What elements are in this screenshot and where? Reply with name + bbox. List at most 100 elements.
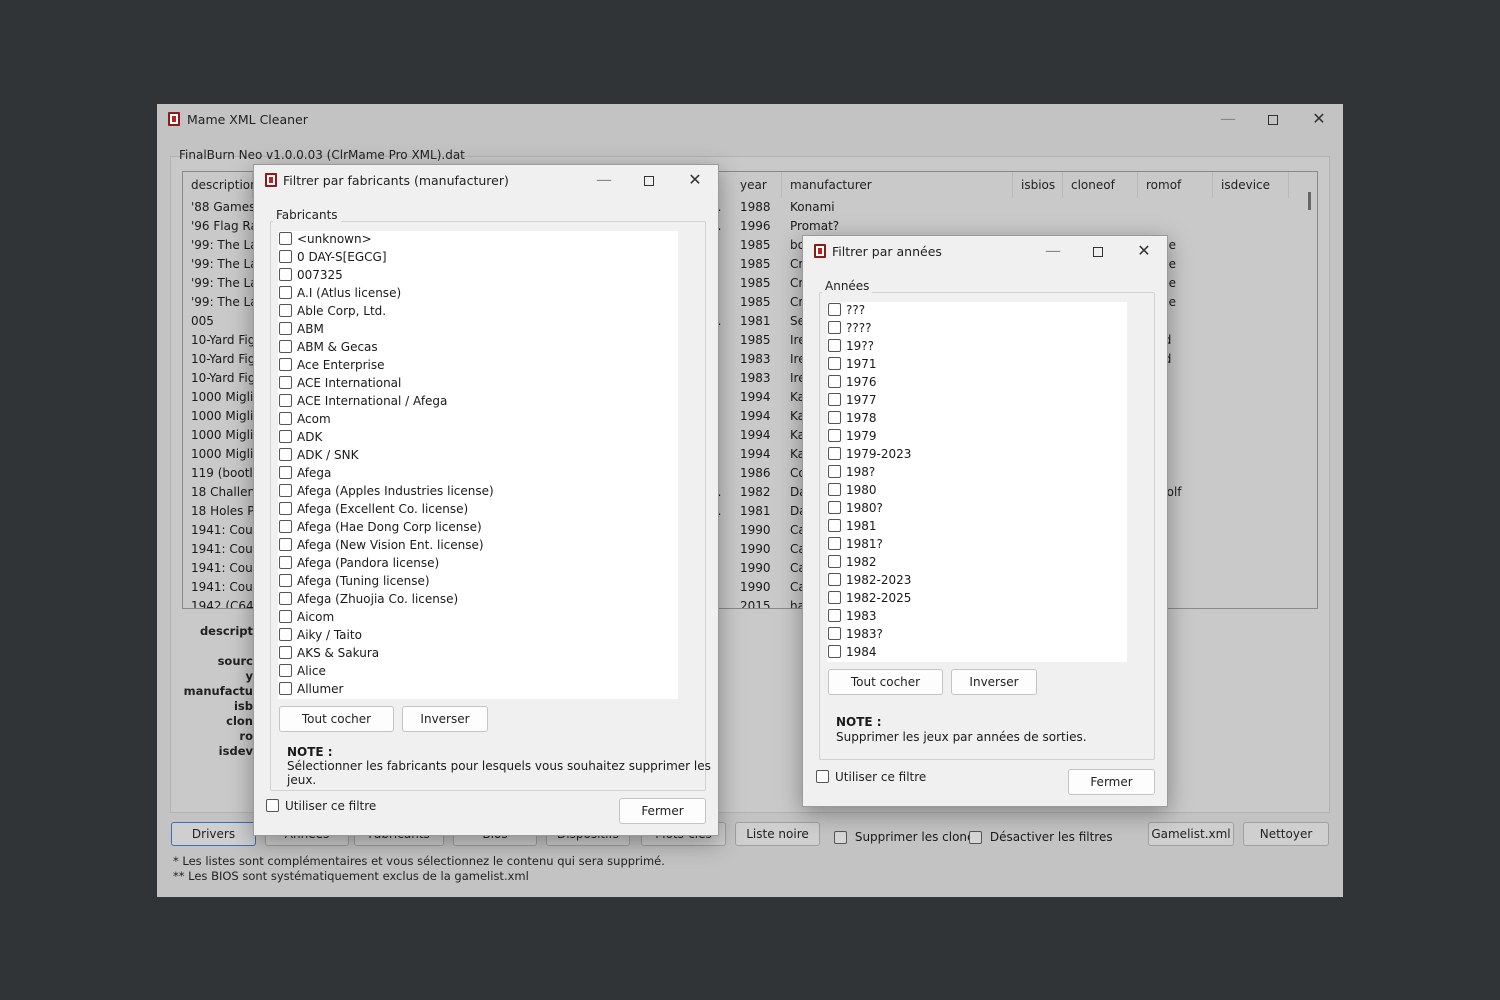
list-item[interactable]: ????: [827, 319, 871, 337]
list-item[interactable]: ABM: [278, 320, 324, 338]
list-item[interactable]: 1982-2025: [827, 589, 911, 607]
list-item[interactable]: 1979-2023: [827, 445, 911, 463]
list-item[interactable]: ABM & Gecas: [278, 338, 378, 356]
gamelist-button[interactable]: Gamelist.xml: [1148, 822, 1234, 846]
list-item[interactable]: AKS & Sakura: [278, 644, 379, 662]
year-use-filter-checkbox[interactable]: [816, 770, 829, 783]
item-checkbox[interactable]: [279, 466, 292, 479]
list-item[interactable]: Alice: [278, 662, 326, 680]
minimize-icon[interactable]: —: [581, 165, 627, 197]
list-item[interactable]: Afega (Pandora license): [278, 554, 439, 572]
year-check-all-button[interactable]: Tout cocher: [828, 669, 943, 695]
col-header-cloneof[interactable]: cloneof: [1063, 172, 1138, 198]
item-checkbox[interactable]: [279, 322, 292, 335]
item-checkbox[interactable]: [279, 628, 292, 641]
item-checkbox[interactable]: [279, 268, 292, 281]
item-checkbox[interactable]: [279, 502, 292, 515]
year-dialog-titlebar[interactable]: Filtrer par années — ✕: [803, 236, 1167, 268]
year-use-filter[interactable]: Utiliser ce filtre: [816, 770, 926, 784]
liste-noire-button[interactable]: Liste noire: [735, 822, 820, 846]
year-close-button[interactable]: Fermer: [1068, 769, 1155, 795]
item-checkbox[interactable]: [828, 519, 841, 532]
list-item[interactable]: Aiky / Taito: [278, 626, 362, 644]
manufacturer-list[interactable]: <unknown> 0 DAY-S[EGCG] 007325 A.I (Atlus l…: [278, 231, 678, 699]
list-item[interactable]: 1976: [827, 373, 877, 391]
maximize-icon[interactable]: [1250, 104, 1296, 136]
list-item[interactable]: A.I (Atlus license): [278, 284, 401, 302]
item-checkbox[interactable]: [279, 556, 292, 569]
list-item[interactable]: 1978: [827, 409, 877, 427]
list-item[interactable]: Afega (Excellent Co. license): [278, 500, 468, 518]
list-item[interactable]: Afega (Hae Dong Corp license): [278, 518, 482, 536]
list-item[interactable]: ADK / SNK: [278, 446, 358, 464]
close-icon[interactable]: ✕: [1296, 104, 1342, 136]
year-invert-button[interactable]: Inverser: [951, 669, 1037, 695]
list-item[interactable]: Afega (Zhuojia Co. license): [278, 590, 458, 608]
list-item[interactable]: ACE International / Afega: [278, 392, 447, 410]
item-checkbox[interactable]: [279, 250, 292, 263]
maximize-icon[interactable]: [626, 165, 672, 197]
item-checkbox[interactable]: [828, 447, 841, 460]
list-item[interactable]: ADK: [278, 428, 322, 446]
list-item[interactable]: Allumer: [278, 680, 344, 698]
close-icon[interactable]: ✕: [1121, 236, 1167, 268]
item-checkbox[interactable]: [279, 394, 292, 407]
list-item[interactable]: Ace Enterprise: [278, 356, 385, 374]
list-item[interactable]: Able Corp, Ltd.: [278, 302, 386, 320]
item-checkbox[interactable]: [279, 592, 292, 605]
list-item[interactable]: 1982: [827, 553, 877, 571]
item-checkbox[interactable]: [279, 682, 292, 695]
manufacturer-dialog-titlebar[interactable]: Filtrer par fabricants (manufacturer) — …: [254, 165, 718, 197]
list-item[interactable]: Afega (Apples Industries license): [278, 482, 494, 500]
item-checkbox[interactable]: [828, 501, 841, 514]
minimize-icon[interactable]: —: [1030, 236, 1076, 268]
year-list[interactable]: ??????? 19?? 1971 1976 1977 1978 1979 1979-2023…: [827, 302, 1127, 662]
list-item[interactable]: ???: [827, 302, 865, 319]
manufacturer-check-all-button[interactable]: Tout cocher: [279, 706, 394, 732]
list-item[interactable]: 1983?: [827, 625, 883, 643]
item-checkbox[interactable]: [828, 321, 841, 334]
item-checkbox[interactable]: [828, 465, 841, 478]
manufacturer-close-button[interactable]: Fermer: [619, 798, 706, 824]
list-item[interactable]: 1971: [827, 355, 877, 373]
list-item[interactable]: ACE International: [278, 374, 401, 392]
item-checkbox[interactable]: [828, 375, 841, 388]
col-header-isbios[interactable]: isbios: [1013, 172, 1063, 198]
item-checkbox[interactable]: [279, 430, 292, 443]
item-checkbox[interactable]: [828, 393, 841, 406]
minimize-icon[interactable]: —: [1205, 104, 1251, 136]
list-item[interactable]: 1984: [827, 643, 877, 661]
list-item[interactable]: 1980?: [827, 499, 883, 517]
close-icon[interactable]: ✕: [672, 165, 718, 197]
col-header-isdevice[interactable]: isdevice: [1213, 172, 1289, 198]
list-item[interactable]: 0 DAY-S[EGCG]: [278, 248, 387, 266]
item-checkbox[interactable]: [279, 376, 292, 389]
item-checkbox[interactable]: [828, 429, 841, 442]
list-item[interactable]: 1977: [827, 391, 877, 409]
col-header-description[interactable]: description: [183, 172, 258, 198]
col-header-manufacturer[interactable]: manufacturer: [782, 172, 1013, 198]
item-checkbox[interactable]: [828, 537, 841, 550]
item-checkbox[interactable]: [828, 591, 841, 604]
item-checkbox[interactable]: [828, 483, 841, 496]
item-checkbox[interactable]: [279, 448, 292, 461]
item-checkbox[interactable]: [828, 339, 841, 352]
list-item[interactable]: 19??: [827, 337, 874, 355]
manufacturer-use-filter[interactable]: Utiliser ce filtre: [266, 799, 376, 813]
item-checkbox[interactable]: [279, 484, 292, 497]
tab-drivers[interactable]: Drivers: [171, 822, 256, 846]
item-checkbox[interactable]: [828, 627, 841, 640]
item-checkbox[interactable]: [828, 411, 841, 424]
col-header-year[interactable]: year: [732, 172, 782, 198]
list-item[interactable]: Acom: [278, 410, 331, 428]
item-checkbox[interactable]: [279, 286, 292, 299]
item-checkbox[interactable]: [279, 538, 292, 551]
list-item[interactable]: Afega (Tuning license): [278, 572, 430, 590]
item-checkbox[interactable]: [279, 358, 292, 371]
desactiver-filtres-checkbox[interactable]: [969, 831, 982, 844]
maximize-icon[interactable]: [1075, 236, 1121, 268]
supprimer-clones-toggle[interactable]: Supprimer les clones: [834, 830, 981, 844]
item-checkbox[interactable]: [279, 232, 292, 245]
list-item[interactable]: Afega: [278, 464, 331, 482]
item-checkbox[interactable]: [279, 646, 292, 659]
